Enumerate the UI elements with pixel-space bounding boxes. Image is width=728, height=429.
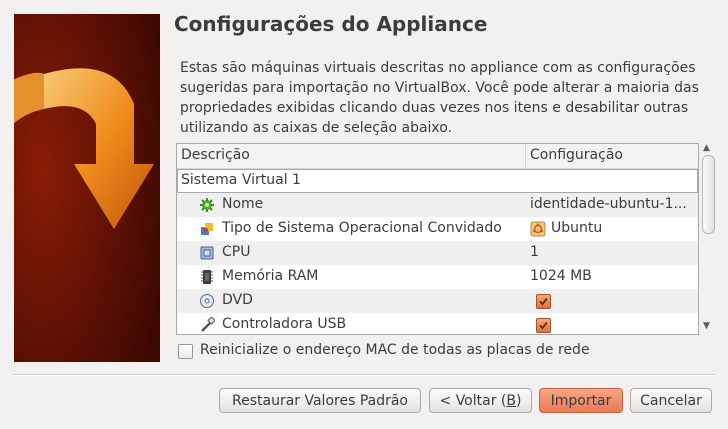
table-header: Descrição Configuração [177, 144, 698, 169]
back-label-suffix: ) [516, 393, 522, 409]
table-row[interactable]: CPU 1 [177, 241, 698, 265]
row-label: DVD [222, 292, 253, 308]
usb-icon [199, 316, 216, 333]
table-row[interactable]: Tipo de Sistema Operacional Convidado Ub… [177, 217, 698, 241]
row-label: Tipo de Sistema Operacional Convidado [222, 220, 502, 236]
row-value: Ubuntu [551, 220, 603, 236]
ubuntu-os-icon [530, 221, 546, 237]
usb-enabled-checkbox[interactable] [536, 318, 551, 333]
back-button[interactable]: < Voltar (B) [429, 388, 532, 413]
intro-text: Estas são máquinas virtuais descritas no… [180, 60, 699, 136]
reset-mac-label[interactable]: Reinicialize o endereço MAC de todas as … [200, 342, 590, 358]
scroll-down-arrow-icon[interactable]: ▼ [703, 321, 710, 331]
table-row[interactable]: Nome identidade-ubuntu-1... [177, 193, 698, 217]
table-row[interactable]: DVD [177, 289, 698, 313]
column-divider [525, 144, 526, 168]
table-row-group[interactable]: Sistema Virtual 1 [177, 169, 698, 193]
cpu-icon [199, 245, 215, 261]
row-label: Nome [222, 196, 264, 212]
reset-mac-checkbox[interactable] [178, 344, 193, 359]
row-value: 1024 MB [530, 268, 592, 284]
row-value: 1 [530, 244, 539, 260]
appliance-settings-table[interactable]: Descrição Configuração Sistema Virtual 1… [176, 143, 699, 335]
column-header-configuration[interactable]: Configuração [530, 147, 623, 163]
scroll-up-arrow-icon[interactable]: ▲ [703, 143, 710, 153]
name-icon [199, 197, 215, 213]
row-label: Memória RAM [222, 268, 319, 284]
back-label-prefix: < Voltar ( [439, 393, 507, 409]
row-label: CPU [222, 244, 251, 260]
back-mnemonic: B [506, 393, 516, 409]
dvd-enabled-checkbox[interactable] [536, 294, 551, 309]
row-value: identidade-ubuntu-1... [530, 196, 687, 212]
import-button[interactable]: Importar [539, 388, 623, 413]
table-row[interactable]: Memória RAM 1024 MB [177, 265, 698, 289]
scrollbar-thumb[interactable] [702, 155, 715, 234]
page-title: Configurações do Appliance [174, 12, 488, 36]
cancel-button[interactable]: Cancelar [630, 388, 712, 413]
restore-defaults-button[interactable]: Restaurar Valores Padrão [219, 388, 421, 413]
os-type-icon [199, 221, 215, 237]
button-separator [14, 374, 714, 376]
table-row[interactable]: Controladora USB [177, 313, 698, 334]
group-label: Sistema Virtual 1 [181, 172, 301, 188]
row-label: Controladora USB [222, 316, 347, 332]
column-header-description[interactable]: Descrição [181, 147, 250, 163]
appliance-banner-image [14, 14, 160, 362]
dvd-icon [199, 293, 215, 309]
table-scrollbar[interactable]: ▲ ▼ [700, 143, 715, 333]
ram-icon [199, 269, 215, 285]
